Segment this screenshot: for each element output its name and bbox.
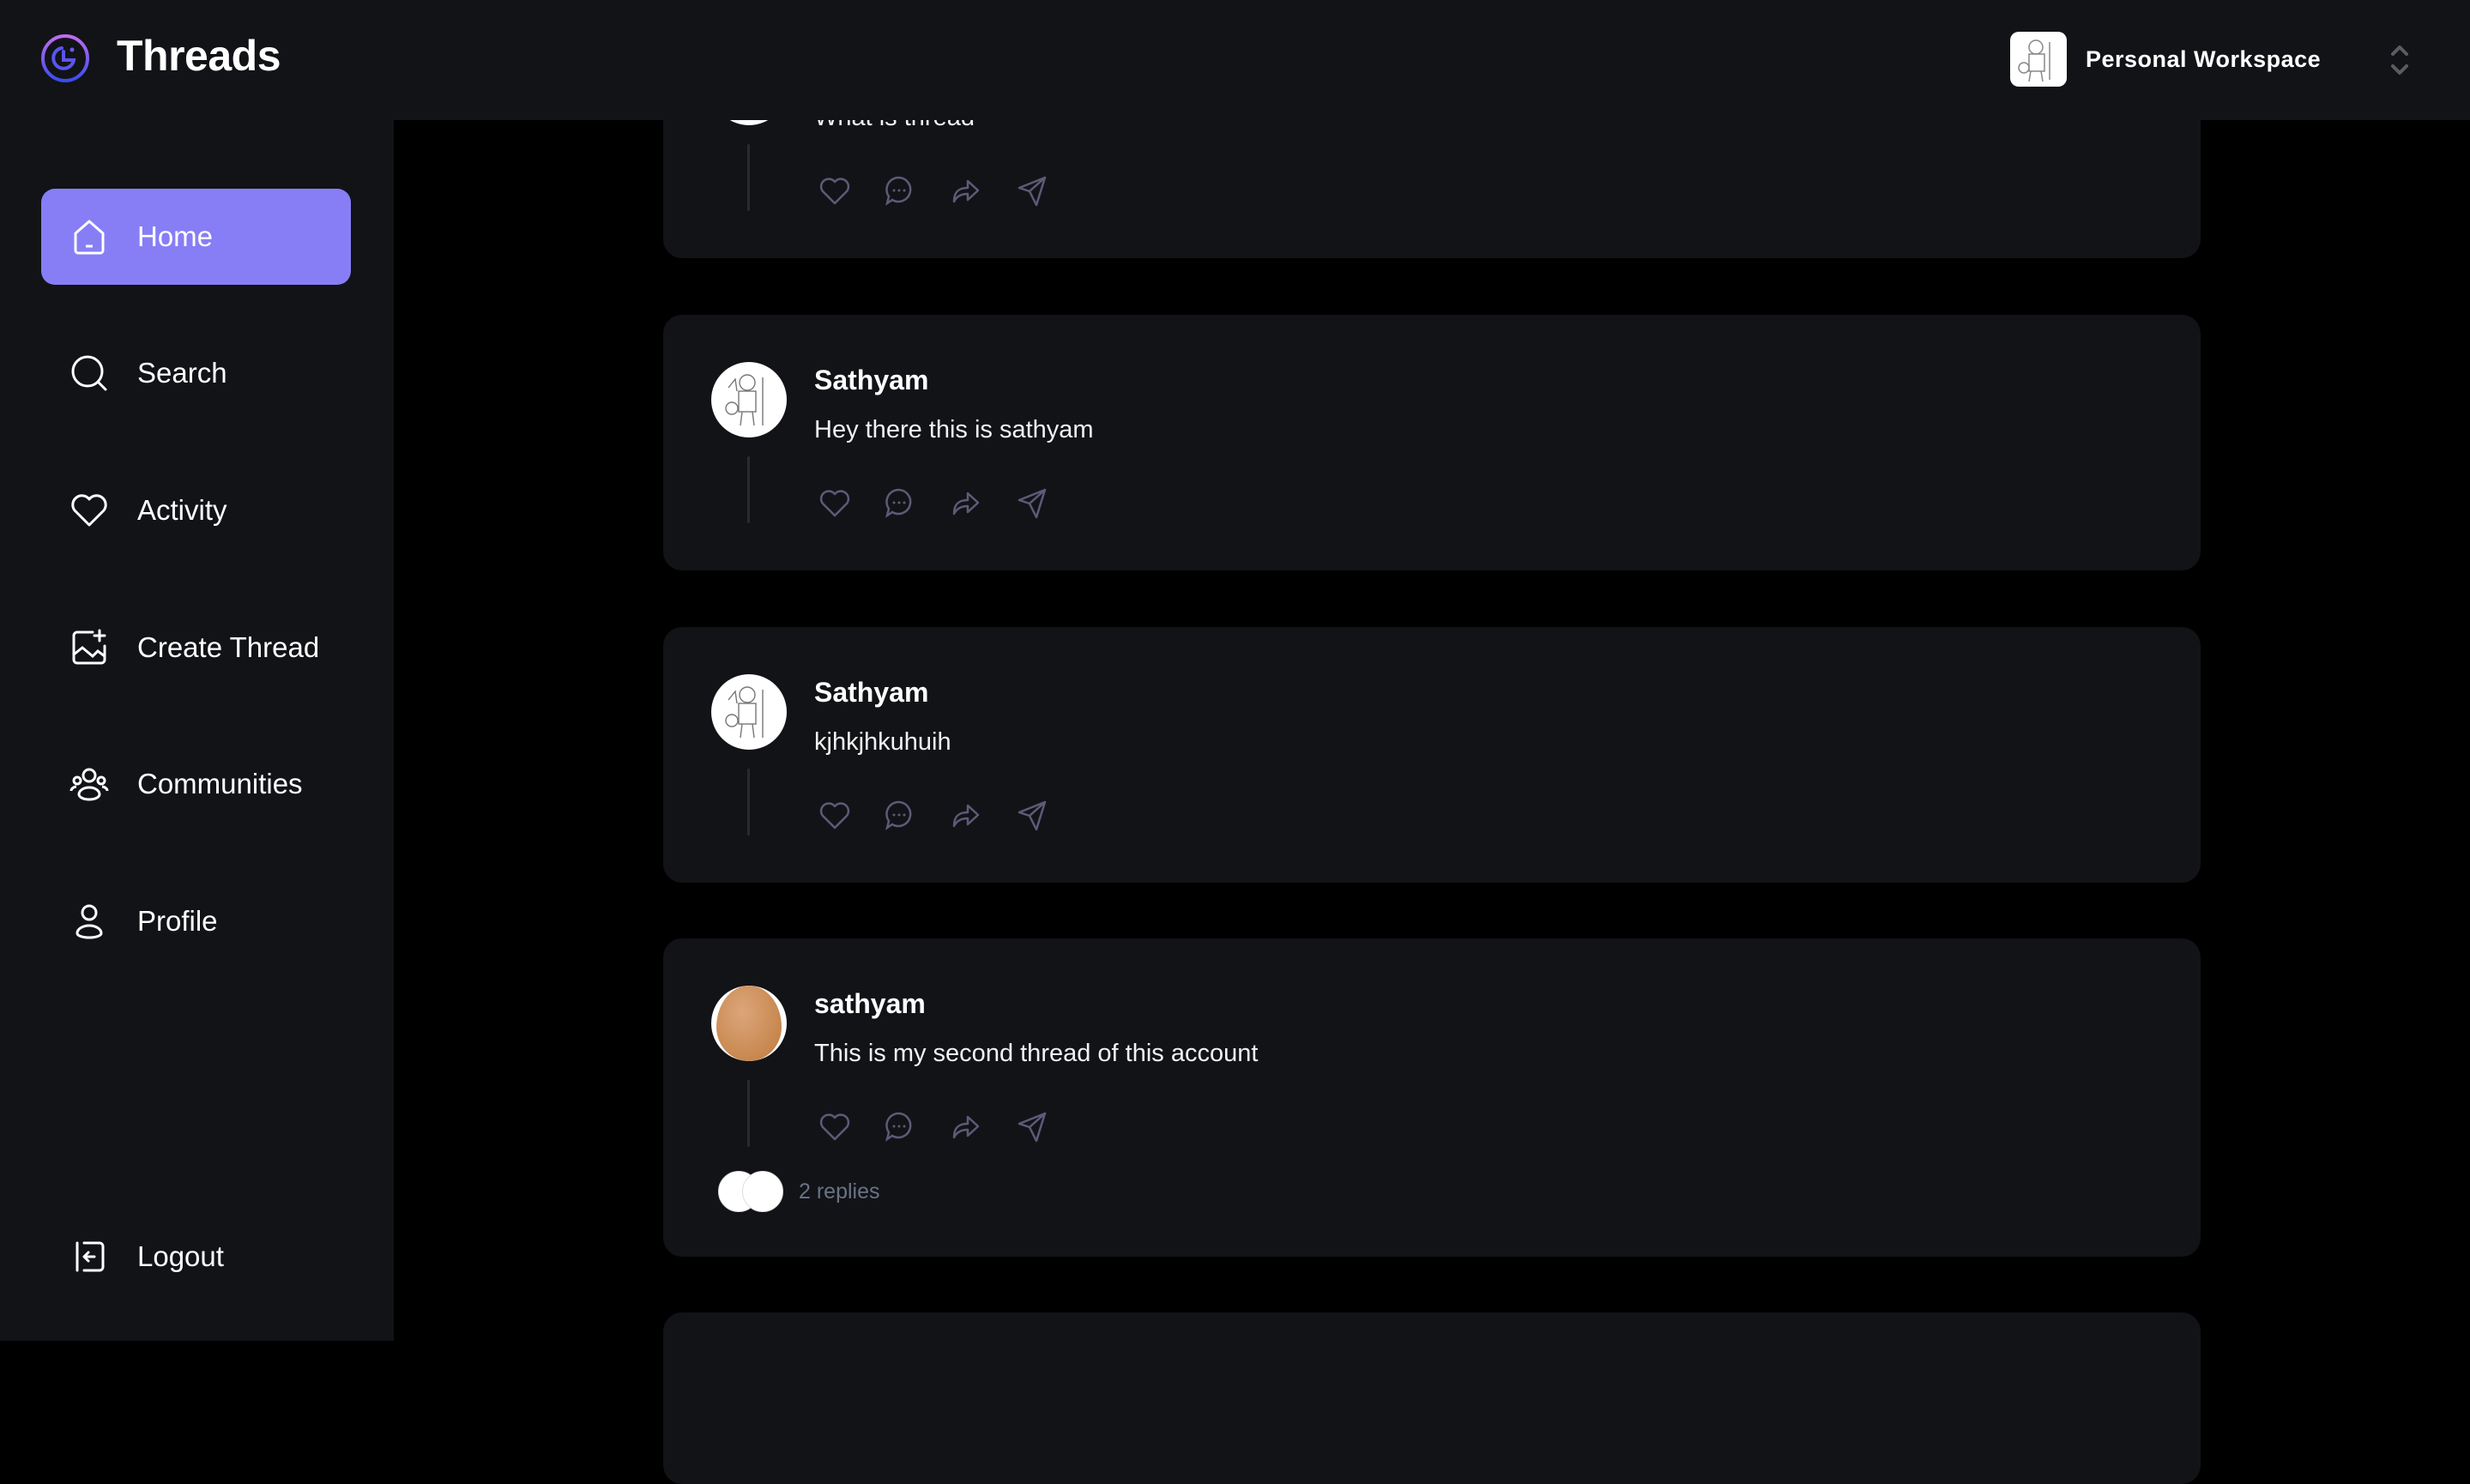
thread-text: This is my second thread of this account (814, 1040, 1259, 1067)
sidebar-item-label: Create Thread (137, 631, 320, 663)
thread-line (747, 1080, 750, 1147)
author-avatar[interactable] (711, 674, 787, 750)
heart-button[interactable] (817, 172, 853, 208)
thread-card (663, 938, 2201, 1257)
thread-text: kjhkjhkuhuih (814, 728, 951, 756)
repost-button[interactable] (947, 485, 983, 521)
sidebar-item-label: Search (137, 357, 227, 389)
logout-label: Logout (137, 1240, 224, 1272)
thread-line (747, 769, 750, 836)
comment-button[interactable] (881, 172, 917, 208)
repost-button[interactable] (947, 1108, 983, 1144)
threads-logo-icon (41, 34, 89, 82)
author-name[interactable]: sathyam (814, 988, 926, 1020)
sidebar (0, 120, 394, 1341)
reply-avatar (742, 1171, 783, 1212)
thread-text: Hey there this is sathyam (814, 416, 1094, 443)
logout-icon (75, 1241, 105, 1272)
sidebar-item-label: Communities (137, 768, 303, 799)
heart-button[interactable] (817, 797, 853, 833)
workspace-switcher[interactable]: Personal Workspace (2010, 32, 2408, 87)
send-button[interactable] (1014, 172, 1050, 208)
sidebar-item-profile[interactable]: Profile (41, 873, 351, 969)
thread-card (663, 1312, 2201, 1484)
home-icon (74, 220, 105, 255)
replies-count[interactable]: 2 replies (799, 1179, 880, 1204)
send-button[interactable] (1014, 485, 1050, 521)
sidebar-item-create-thread[interactable]: Create Thread (41, 600, 351, 696)
thread-line (747, 144, 750, 211)
image-plus-icon (72, 629, 106, 665)
sidebar-item-search[interactable]: Search (41, 325, 351, 421)
sidebar-item-home[interactable]: Home (41, 189, 351, 285)
author-avatar[interactable] (711, 986, 787, 1061)
sidebar-item-communities[interactable]: Communities (41, 736, 351, 832)
author-name[interactable]: Sathyam (814, 365, 928, 396)
send-button[interactable] (1014, 1108, 1050, 1144)
repost-button[interactable] (947, 797, 983, 833)
search-icon (71, 355, 107, 391)
comment-button[interactable] (881, 797, 917, 833)
comment-button[interactable] (881, 485, 917, 521)
top-bar: Threads Personal Workspace (0, 0, 2470, 120)
workspace-name: Personal Workspace (2086, 45, 2322, 72)
author-name[interactable]: Sathyam (814, 677, 928, 709)
author-avatar[interactable] (711, 362, 787, 437)
send-button[interactable] (1014, 797, 1050, 833)
sidebar-item-activity[interactable]: Activity (41, 462, 351, 558)
thread-line (747, 456, 750, 523)
sidebar-item-label: Home (137, 220, 214, 252)
chevrons-up-down-icon[interactable] (2388, 42, 2412, 78)
user-icon (75, 904, 103, 939)
workspace-avatar (2010, 32, 2067, 87)
repost-button[interactable] (947, 172, 983, 208)
sidebar-item-label: Profile (137, 905, 218, 937)
heart-button[interactable] (817, 1108, 853, 1144)
app-title: Threads (117, 32, 281, 80)
logout-button[interactable]: Logout (41, 1209, 351, 1305)
heart-icon (71, 494, 107, 527)
sidebar-item-label: Activity (137, 494, 227, 526)
users-icon (69, 768, 109, 801)
heart-button[interactable] (817, 485, 853, 521)
replies-link[interactable]: 2 replies (718, 1171, 880, 1212)
comment-button[interactable] (881, 1108, 917, 1144)
